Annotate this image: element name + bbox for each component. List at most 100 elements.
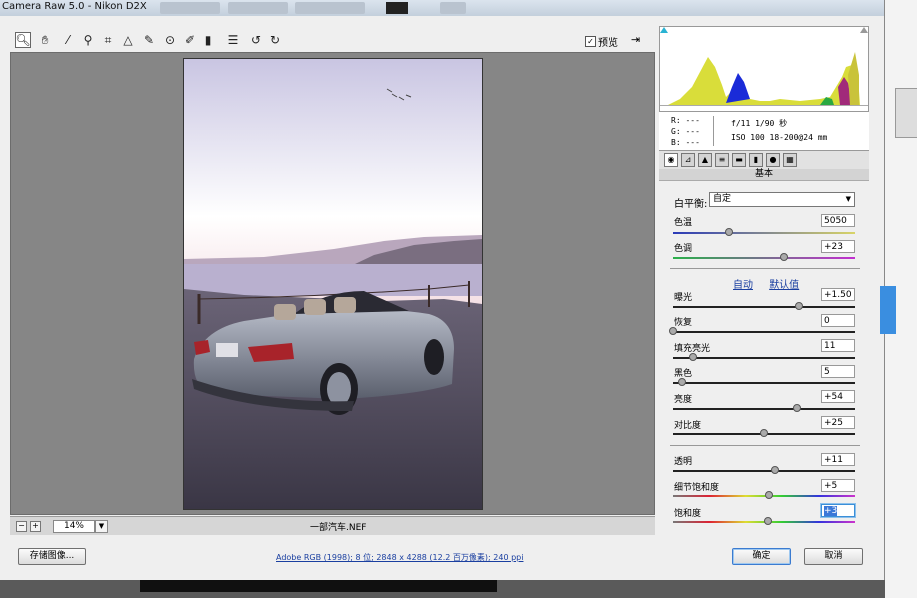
convertible-car-photo: [184, 59, 482, 509]
chevron-down-icon: ▼: [845, 195, 851, 203]
graduated-filter-icon[interactable]: ▮: [200, 32, 216, 48]
exposure-field[interactable]: +1.50: [821, 288, 855, 301]
recovery-slider-thumb[interactable]: [669, 327, 677, 335]
zoom-dropdown-button[interactable]: ▼: [95, 520, 108, 533]
contrast-slider[interactable]: [673, 429, 855, 437]
panel-title: 基本: [659, 169, 869, 181]
hand-icon[interactable]: ✋︎: [37, 32, 53, 48]
tab-basic-icon[interactable]: ◉: [664, 153, 678, 167]
rotate-right-icon[interactable]: ↻: [267, 32, 283, 48]
vibrance-label: 细节饱和度: [674, 483, 720, 493]
exposure-slider[interactable]: [673, 302, 855, 310]
clarity-slider-thumb[interactable]: [770, 466, 779, 474]
clarity-slider[interactable]: [673, 466, 855, 474]
vibrance-slider[interactable]: [673, 491, 855, 499]
temperature-slider[interactable]: [673, 228, 855, 236]
tab-split-toning-icon[interactable]: ▬: [732, 153, 746, 167]
tab-detail-icon[interactable]: ▲: [698, 153, 712, 167]
section-divider: [670, 445, 860, 446]
background-taskbar-item: [228, 2, 288, 14]
red-eye-icon[interactable]: ⊙: [162, 32, 178, 48]
tab-hsl-icon[interactable]: ≡: [715, 153, 729, 167]
background-taskbar-item: [295, 2, 365, 14]
ok-button[interactable]: 确定: [732, 548, 791, 565]
r-value: R: ---: [671, 116, 700, 125]
zoom-out-button[interactable]: −: [16, 521, 27, 532]
tab-lens-corrections-icon[interactable]: ▮: [749, 153, 763, 167]
recovery-field[interactable]: 0: [821, 314, 855, 327]
auto-link[interactable]: 自动: [733, 280, 753, 291]
preview-check-box[interactable]: ✓: [585, 36, 596, 47]
info-divider: [713, 116, 714, 146]
saturation-slider-thumb[interactable]: [763, 517, 772, 525]
tint-field[interactable]: +23: [821, 240, 855, 253]
straighten-icon[interactable]: △: [120, 32, 136, 48]
temperature-field[interactable]: 5050: [821, 214, 855, 227]
vibrance-field[interactable]: +5: [821, 479, 855, 492]
preview-label: 预览: [598, 38, 618, 49]
iso-lens-info: ISO 100 18-200@24 mm: [731, 133, 828, 142]
exposure-info: f/11 1/90 秒: [731, 119, 788, 128]
saturation-slider[interactable]: [673, 517, 855, 525]
tint-label: 色调: [674, 244, 693, 254]
exposure-label: 曝光: [674, 293, 693, 303]
blacks-slider[interactable]: [673, 378, 855, 386]
background-dark-bar: [140, 580, 497, 592]
blacks-field[interactable]: 5: [821, 365, 855, 378]
brightness-field[interactable]: +54: [821, 390, 855, 403]
contrast-label: 对比度: [674, 421, 702, 431]
background-taskbar-item: [386, 2, 408, 14]
adjustment-brush-icon[interactable]: ✐: [182, 32, 198, 48]
workflow-options-link[interactable]: Adobe RGB (1998); 8 位; 2848 x 4288 (12.2…: [276, 552, 523, 563]
cancel-button[interactable]: 取消: [804, 548, 863, 565]
white-balance-icon[interactable]: ⁄: [60, 32, 76, 48]
recovery-label: 恢复: [674, 318, 693, 328]
fill-light-slider[interactable]: [673, 353, 855, 361]
fill-light-field[interactable]: 11: [821, 339, 855, 352]
fullscreen-icon[interactable]: ⇥: [631, 33, 645, 46]
preview-checkbox[interactable]: ✓ 预览: [585, 34, 618, 49]
rotate-left-icon[interactable]: ↺: [248, 32, 264, 48]
zoom-icon[interactable]: 🔍︎: [15, 32, 31, 48]
blacks-label: 黑色: [674, 369, 693, 379]
g-value: G: ---: [671, 127, 700, 136]
tab-camera-calibration-icon[interactable]: ●: [766, 153, 780, 167]
exposure-slider-thumb[interactable]: [794, 302, 803, 310]
histogram-graph: [660, 27, 868, 111]
contrast-slider-thumb[interactable]: [760, 429, 768, 437]
file-name: 一部汽车.NEF: [310, 523, 367, 533]
clarity-label: 透明: [674, 457, 693, 467]
crop-icon[interactable]: ⌗: [100, 32, 116, 48]
white-balance-value: 自定: [713, 194, 732, 204]
white-balance-select[interactable]: 自定 ▼: [709, 192, 855, 207]
spot-removal-icon[interactable]: ✎: [141, 32, 157, 48]
saturation-field[interactable]: +3: [821, 504, 855, 517]
tab-presets-icon[interactable]: ▦: [783, 153, 797, 167]
status-bar: − + 14% ▼ 一部汽车.NEF: [10, 516, 655, 535]
tab-tone-curve-icon[interactable]: ⊿: [681, 153, 695, 167]
background-taskbar-item: [440, 2, 466, 14]
background-blue-panel: [880, 286, 896, 334]
preferences-icon[interactable]: ☰: [225, 32, 241, 48]
zoom-level-field[interactable]: 14%: [53, 520, 95, 533]
temperature-label: 色温: [674, 218, 693, 228]
fill-light-slider-thumb[interactable]: [689, 353, 698, 361]
tool-bar: 🔍︎ ✋︎ ⁄ ⚲ ⌗ △ ✎ ⊙ ✐ ▮ ☰ ↺ ↻: [10, 28, 655, 52]
contrast-field[interactable]: +25: [821, 416, 855, 429]
white-balance-label: 白平衡:: [674, 199, 708, 210]
zoom-in-button[interactable]: +: [30, 521, 41, 532]
b-value: B: ---: [671, 138, 700, 147]
tint-slider-thumb[interactable]: [780, 253, 789, 261]
default-link[interactable]: 默认值: [769, 280, 799, 291]
brightness-slider[interactable]: [673, 404, 855, 412]
section-divider: [670, 268, 860, 269]
brightness-slider-thumb[interactable]: [792, 404, 801, 412]
brightness-label: 亮度: [674, 395, 693, 405]
clarity-field[interactable]: +11: [821, 453, 855, 466]
color-sampler-icon[interactable]: ⚲: [80, 32, 96, 48]
recovery-slider[interactable]: [669, 327, 855, 335]
chevron-down-icon: ▼: [98, 522, 105, 530]
tint-slider[interactable]: [673, 253, 855, 261]
save-image-button[interactable]: 存储图像...: [18, 548, 86, 565]
camera-info: f/11 1/90 秒 ISO 100 18-200@24 mm: [731, 117, 827, 145]
